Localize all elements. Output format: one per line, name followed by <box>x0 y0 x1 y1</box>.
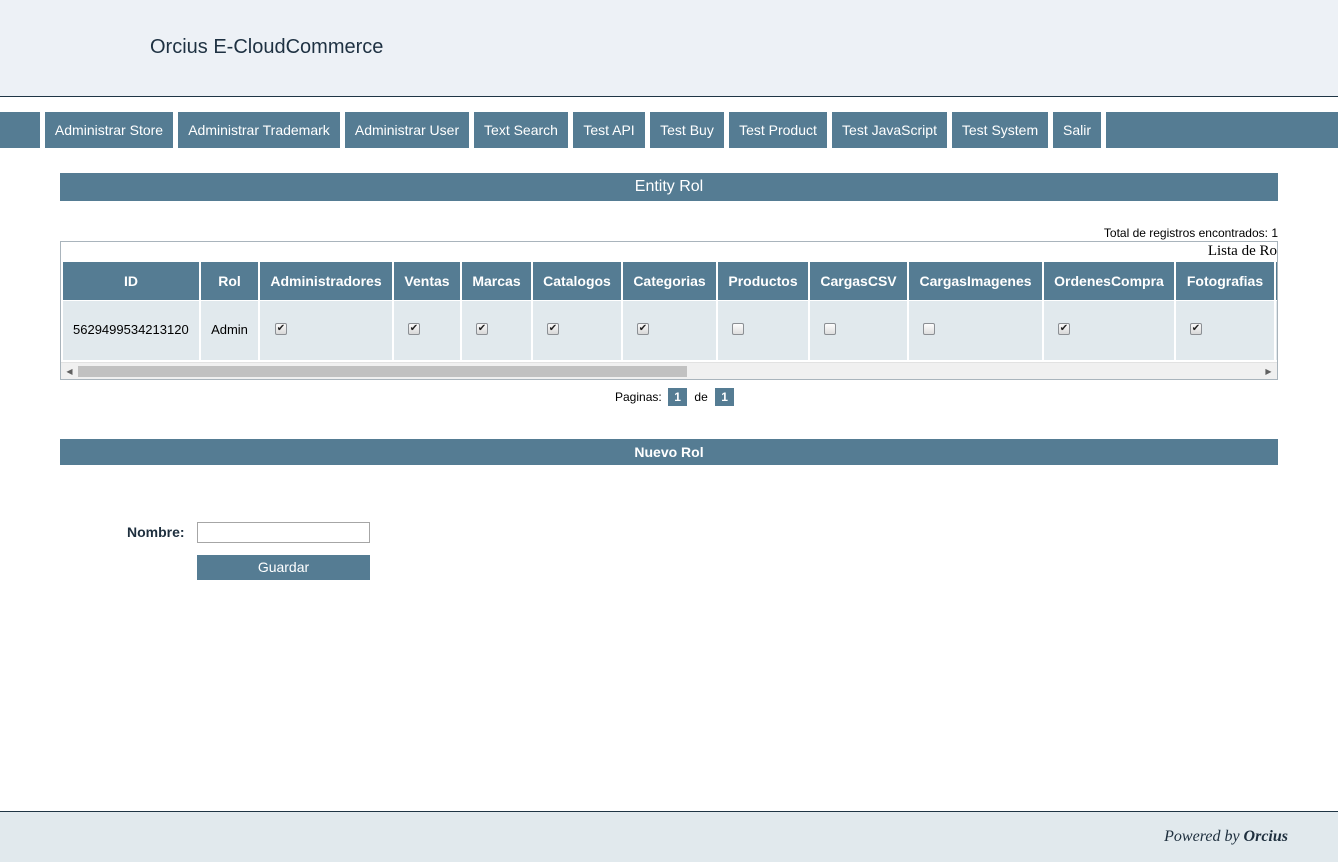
nuevo-rol-title: Nuevo Rol <box>60 439 1278 465</box>
checkbox-cargasimagenes[interactable] <box>923 323 935 335</box>
total-records: Total de registros encontrados: 1 <box>1103 226 1278 240</box>
nav-test-system[interactable]: Test System <box>952 112 1048 148</box>
column-header-categorias: Categorias <box>623 262 716 300</box>
pagination-of-label: de <box>694 390 708 404</box>
column-header-marcas: Marcas <box>462 262 531 300</box>
header: Orcius E-CloudCommerce <box>0 0 1338 97</box>
checkbox-ordenescompra[interactable]: ✔ <box>1058 323 1070 335</box>
horizontal-scrollbar[interactable]: ◀ ▶ <box>61 362 1277 379</box>
nav-test-buy[interactable]: Test Buy <box>650 112 724 148</box>
cell-marcas <box>462 301 531 360</box>
column-header-rol: Rol <box>201 262 258 300</box>
pagination-total-pages[interactable]: 1 <box>715 388 735 406</box>
nav-administrar-trademark[interactable]: Administrar Trademark <box>178 112 340 148</box>
column-header-cargasimagenes: CargasImagenes <box>909 262 1042 300</box>
cell-ventas <box>394 301 460 360</box>
nav-test-javascript[interactable]: Test JavaScript <box>832 112 947 148</box>
scrollbar-thumb[interactable] <box>78 366 687 377</box>
rol-table: Lista de Ro ID Rol Administradores Venta… <box>60 241 1278 380</box>
cell-rol: Admin <box>201 301 258 360</box>
checkbox-categorias[interactable]: ✔ <box>637 323 649 335</box>
page: Orcius E-CloudCommerce Administrar Store… <box>0 0 1338 862</box>
scroll-left-arrow-icon[interactable]: ◀ <box>61 363 78 379</box>
nav-text-search[interactable]: Text Search <box>474 112 568 148</box>
nav-test-product[interactable]: Test Product <box>729 112 827 148</box>
column-header-cargascsv: CargasCSV <box>810 262 907 300</box>
column-header-overflow <box>1276 262 1277 300</box>
nombre-input[interactable] <box>197 522 370 543</box>
checkbox-administradores[interactable]: ✔ <box>275 323 287 335</box>
nav-salir[interactable]: Salir <box>1053 112 1101 148</box>
scroll-right-arrow-icon[interactable]: ▶ <box>1260 363 1277 379</box>
pagination-current-page[interactable]: 1 <box>668 388 688 406</box>
checkbox-productos[interactable] <box>732 323 744 335</box>
cell-id: 5629499534213120 <box>63 301 199 360</box>
column-header-catalogos: Catalogos <box>533 262 621 300</box>
nav-test-api[interactable]: Test API <box>573 112 645 148</box>
nav-separator <box>1101 112 1106 148</box>
powered-prefix: Powered by <box>1164 828 1240 845</box>
checkbox-marcas[interactable]: ✔ <box>476 323 488 335</box>
column-header-id: ID <box>63 262 199 300</box>
column-header-administradores: Administradores <box>260 262 392 300</box>
column-header-fotografias: Fotografias <box>1176 262 1274 300</box>
column-header-productos: Productos <box>718 262 808 300</box>
navbar: Administrar Store Administrar Trademark … <box>0 112 1338 148</box>
table-caption: Lista de Ro <box>1207 243 1277 259</box>
app-title: Orcius E-CloudCommerce <box>150 36 384 58</box>
powered-brand: Orcius <box>1243 828 1288 845</box>
column-header-ordenescompra: OrdenesCompra <box>1044 262 1174 300</box>
entity-title: Entity Rol <box>60 173 1278 201</box>
checkbox-cargascsv[interactable] <box>824 323 836 335</box>
column-header-ventas: Ventas <box>394 262 460 300</box>
checkbox-catalogos[interactable]: ✔ <box>547 323 559 335</box>
guardar-button[interactable]: Guardar <box>197 555 370 580</box>
footer: Powered by Orcius <box>0 811 1338 862</box>
nav-administrar-store[interactable]: Administrar Store <box>45 112 173 148</box>
pagination: Paginas: 1 de 1 <box>615 388 735 406</box>
checkbox-fotografias[interactable]: ✔ <box>1190 323 1202 335</box>
pagination-label: Paginas: <box>615 390 662 404</box>
cell-overflow <box>1276 301 1277 360</box>
powered-by: Powered by Orcius <box>1164 828 1288 846</box>
nav-administrar-user[interactable]: Administrar User <box>345 112 469 148</box>
checkbox-ventas[interactable]: ✔ <box>408 323 420 335</box>
nombre-label: Nombre: <box>127 524 185 540</box>
